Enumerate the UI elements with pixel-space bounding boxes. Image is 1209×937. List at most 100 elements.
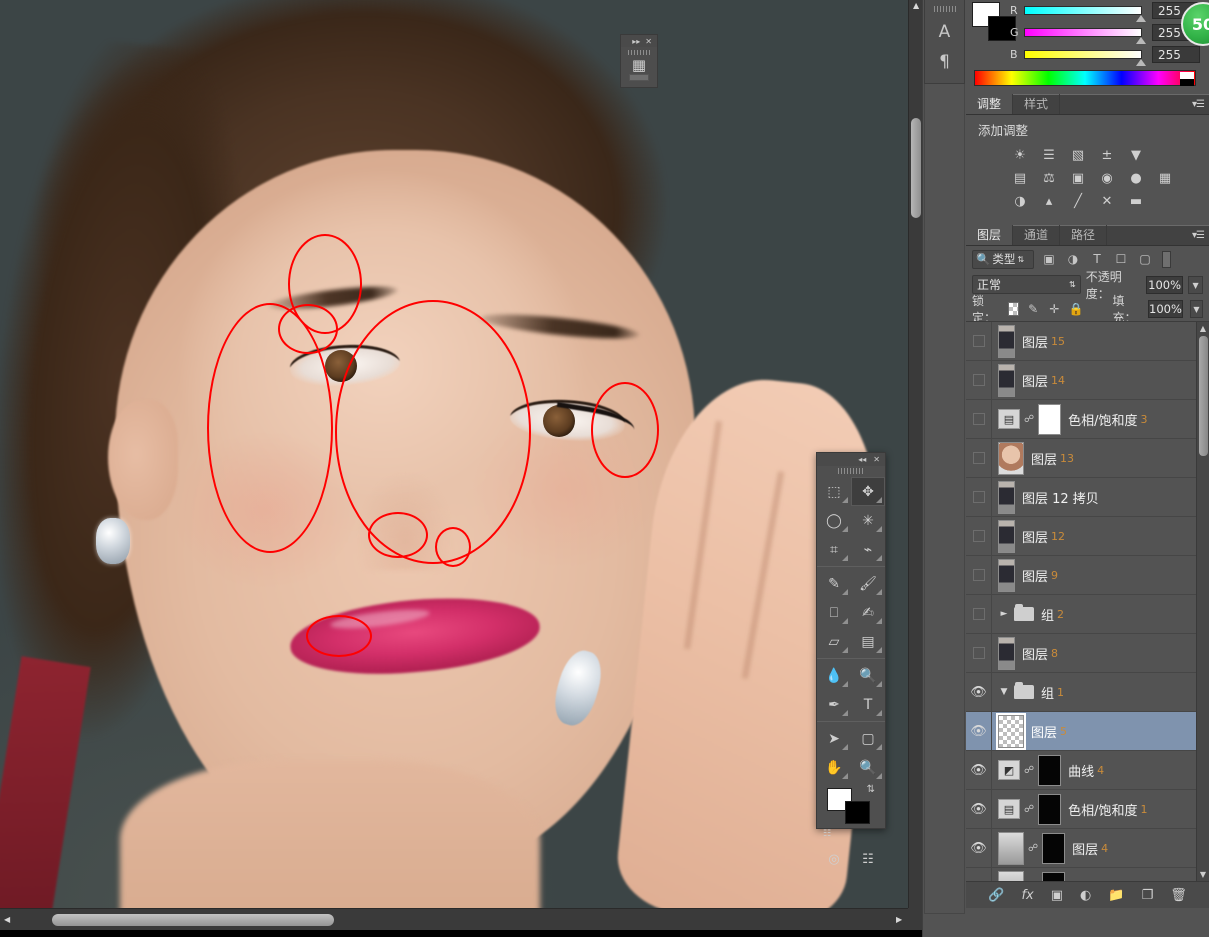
layer-thumbnails[interactable] <box>992 481 1015 514</box>
empty-dock-column[interactable] <box>924 84 965 914</box>
layers-footer-toolbar[interactable]: 🔗 fx ▣ ◐ 📁 ❐ 🗑 <box>966 881 1209 908</box>
selective-color-icon[interactable]: ▬ <box>1126 192 1146 210</box>
layer-scroll-down-arrow[interactable]: ▼ <box>1197 870 1209 879</box>
panel-menu-icon[interactable]: ▾☰ <box>1192 230 1204 241</box>
lock-image-icon[interactable]: ✎ <box>1026 302 1040 316</box>
layer-thumbnail[interactable] <box>998 364 1015 397</box>
layer-thumbnail[interactable] <box>998 325 1015 358</box>
layer-visibility-on-icon[interactable]: 👁 <box>966 673 992 712</box>
layer-list-scrollbar[interactable]: ▲ ▼ <box>1196 322 1209 881</box>
layer-visibility-on-icon[interactable]: 👁 <box>966 712 992 751</box>
dodge-tool[interactable]: 🔍 <box>851 661 885 690</box>
tab-styles[interactable]: 样式 <box>1013 94 1060 114</box>
slider-thumb-r[interactable] <box>1136 15 1146 22</box>
quick-mask-icon[interactable]: ◎ <box>817 844 851 874</box>
rectangle-tool[interactable]: ▢ <box>851 724 885 753</box>
layer-row[interactable]: 👁◩☍曲线4 <box>966 751 1209 790</box>
black-white-icon[interactable]: ▣ <box>1068 169 1088 187</box>
tab-adjustments[interactable]: 调整 <box>966 94 1013 114</box>
layer-visibility-off-icon[interactable] <box>966 517 992 556</box>
scroll-right-arrow[interactable]: ▶ <box>896 916 902 924</box>
layer-row[interactable]: 图层14 <box>966 361 1209 400</box>
shape-filter-icon[interactable]: ☐ <box>1112 252 1130 266</box>
layer-row[interactable]: 图层12 <box>966 517 1209 556</box>
tab-layers[interactable]: 图层 <box>966 225 1013 245</box>
layer-mask-thumbnail[interactable] <box>1038 755 1061 786</box>
layer-thumbnail[interactable] <box>998 481 1015 514</box>
curves-icon[interactable]: ▧ <box>1068 146 1088 164</box>
fill-value[interactable]: 100% <box>1148 300 1183 318</box>
adjustment-row-2[interactable]: ▤ ⚖ ▣ ◉ ● ▦ <box>1010 169 1209 187</box>
layer-scroll-up-arrow[interactable]: ▲ <box>1197 324 1209 333</box>
eyedropper-tool[interactable]: ⌁ <box>851 535 885 564</box>
lock-position-icon[interactable]: ✛ <box>1047 302 1061 316</box>
photo-filter-icon[interactable]: ◉ <box>1097 169 1117 187</box>
layer-thumbnails[interactable] <box>992 325 1015 358</box>
layer-row[interactable]: 👁▼组1 <box>966 673 1209 712</box>
layer-thumbnails[interactable]: ► <box>992 607 1034 621</box>
group-collapse-arrow-icon[interactable]: ▼ <box>998 687 1010 697</box>
layer-row[interactable]: 👁图层5 <box>966 712 1209 751</box>
blur-tool[interactable]: 💧 <box>817 661 851 690</box>
new-adjustment-icon[interactable]: ◐ <box>1080 888 1091 903</box>
mini-panel-titlebar[interactable]: ▸▸ ✕ <box>621 35 657 47</box>
layer-row[interactable]: 图层9 <box>966 556 1209 595</box>
mini-panel-slider[interactable] <box>629 74 649 81</box>
layer-mask-thumbnail[interactable] <box>1042 872 1065 882</box>
layer-mask-thumbnail[interactable] <box>1038 794 1061 825</box>
layer-visibility-off-icon[interactable] <box>966 400 992 439</box>
move-tool[interactable]: ✥ <box>851 477 885 506</box>
zoom-tool[interactable]: 🔍 <box>851 753 885 782</box>
adjustment-row-1[interactable]: ☀ ☰ ▧ ± ▼ <box>1010 146 1209 164</box>
filter-enable-toggle[interactable] <box>1162 251 1171 268</box>
levels-icon[interactable]: ☰ <box>1039 146 1059 164</box>
layer-thumbnails[interactable] <box>992 364 1015 397</box>
layer-thumbnails[interactable] <box>992 637 1015 670</box>
opacity-value[interactable]: 100% <box>1146 276 1183 294</box>
character-paragraph-group[interactable]: A ¶ <box>924 0 965 84</box>
dock-grip[interactable] <box>934 6 956 12</box>
hand-tool[interactable]: ✋ <box>817 753 851 782</box>
tab-channels[interactable]: 通道 <box>1013 225 1060 245</box>
canvas-horizontal-scroll-thumb[interactable] <box>52 914 334 926</box>
channel-row-g[interactable]: G 255 <box>1010 22 1200 42</box>
mask-and-screen-modes[interactable]: ◎ ☷ <box>817 844 885 874</box>
tab-paths[interactable]: 路径 <box>1060 225 1107 245</box>
layer-visibility-off-icon[interactable] <box>966 361 992 400</box>
pixel-filter-icon[interactable]: ▣ <box>1040 252 1058 266</box>
group-expand-arrow-icon[interactable]: ► <box>998 609 1010 619</box>
path-selection-tool[interactable]: ➤ <box>817 724 851 753</box>
layer-row[interactable]: 👁▤☍色相/饱和度1 <box>966 790 1209 829</box>
layer-row[interactable]: 图层 12 拷贝 <box>966 478 1209 517</box>
color-spectrum-ramp[interactable] <box>974 70 1196 86</box>
fx-icon[interactable]: fx <box>1021 888 1033 903</box>
close-icon[interactable]: ✕ <box>645 37 652 46</box>
mask-link-icon[interactable]: ☍ <box>1024 804 1034 815</box>
tools-palette[interactable]: ◂◂ ✕ ⬚✥◯✳⌗⌁✎🖌⎕✍▱▤💧🔍✒T➤▢✋🔍 ⇅ ☷ ◎ ☷ <box>816 452 886 829</box>
close-icon[interactable]: ✕ <box>873 455 880 464</box>
lock-all-icon[interactable]: 🔒 <box>1069 302 1084 316</box>
layer-filter-kind-select[interactable]: 🔍 类型 ⇅ <box>972 250 1034 269</box>
fill-dropdown-icon[interactable]: ▼ <box>1190 300 1203 318</box>
layer-visibility-on-icon[interactable]: 👁 <box>966 790 992 829</box>
new-layer-icon[interactable]: ❐ <box>1142 888 1154 903</box>
channel-slider-b[interactable] <box>1024 50 1142 59</box>
right-panel-dock[interactable]: R 255 G 255 B 255 调整 样式 ▾☰ 添加调整 ☀ <box>966 0 1209 937</box>
blend-mode-bar[interactable]: 正常 ⇅ 不透明度： 100% ▼ <box>966 272 1209 297</box>
clone-stamp-tool[interactable]: ⎕ <box>817 598 851 627</box>
brush-tool[interactable]: 🖌 <box>851 569 885 598</box>
opacity-dropdown-icon[interactable]: ▼ <box>1188 276 1203 294</box>
layer-thumbnail[interactable] <box>998 871 1024 882</box>
3d-cube-icon[interactable]: ▦ <box>621 57 657 73</box>
exposure-icon[interactable]: ± <box>1097 146 1117 164</box>
adjustments-panel[interactable]: 调整 样式 ▾☰ 添加调整 ☀ ☰ ▧ ± ▼ ▤ ⚖ ▣ ◉ ● ▦ ◑ <box>966 94 1209 225</box>
collapse-icon[interactable]: ◂◂ <box>858 455 866 464</box>
layer-thumbnails[interactable]: ☍ <box>992 832 1065 865</box>
collapsed-mini-panel[interactable]: ▸▸ ✕ ▦ <box>620 34 658 88</box>
layer-thumbnails[interactable]: ◩☍ <box>992 755 1061 786</box>
eraser-tool[interactable]: ▱ <box>817 627 851 656</box>
layer-visibility-on-icon[interactable]: 👁 <box>966 868 992 882</box>
type-filter-icon[interactable]: T <box>1088 252 1106 266</box>
link-layers-icon[interactable]: 🔗 <box>988 888 1004 903</box>
slider-thumb-b[interactable] <box>1136 59 1146 66</box>
